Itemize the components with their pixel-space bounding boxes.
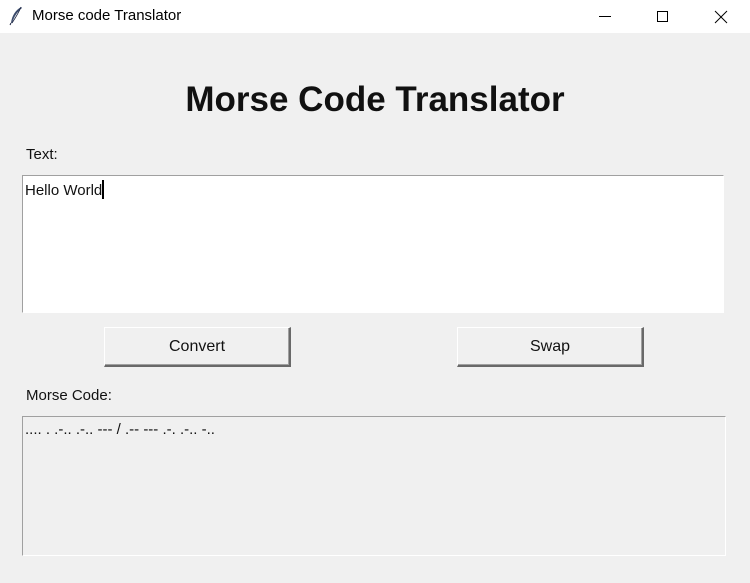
close-button[interactable]	[692, 0, 750, 33]
text-label: Text:	[26, 146, 58, 163]
morse-output[interactable]: .... . .-.. .-.. --- / .-- --- .-. .-.. …	[22, 416, 726, 556]
window-title: Morse code Translator	[32, 7, 182, 24]
feather-icon	[8, 6, 24, 26]
app-window: Morse code Translator Morse Code Transla…	[0, 0, 750, 583]
convert-button[interactable]: Convert	[104, 327, 291, 367]
minimize-button[interactable]	[576, 0, 634, 33]
text-caret	[102, 180, 105, 199]
maximize-button[interactable]	[634, 0, 692, 33]
morse-label: Morse Code:	[26, 387, 112, 404]
swap-button[interactable]: Swap	[457, 327, 644, 367]
text-input[interactable]: Hello World	[22, 175, 724, 313]
page-title: Morse Code Translator	[185, 80, 565, 119]
title-bar[interactable]: Morse code Translator	[0, 0, 750, 33]
text-input-value: Hello World	[25, 182, 103, 199]
morse-output-value: .... . .-.. .-.. --- / .-- --- .-. .-.. …	[25, 421, 215, 438]
